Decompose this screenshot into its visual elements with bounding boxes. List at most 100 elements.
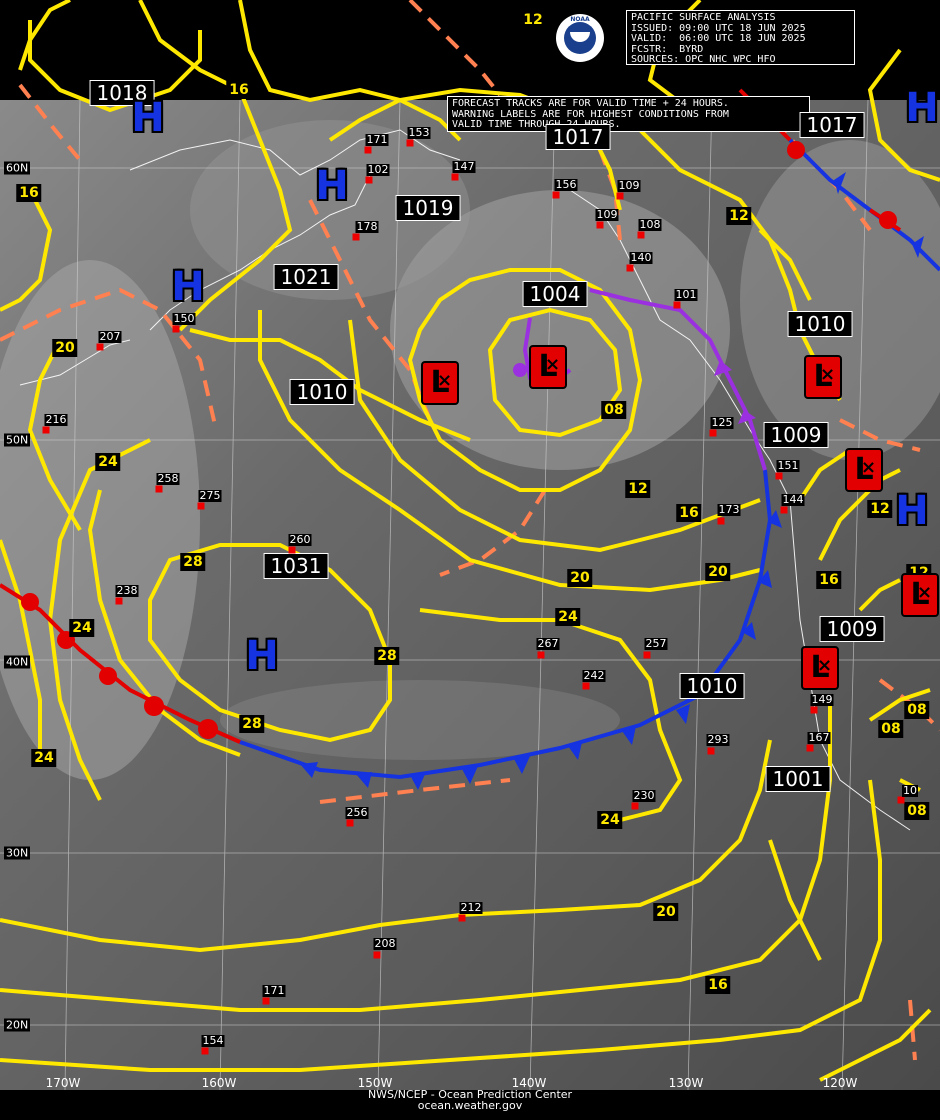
wave-height-label: 16 <box>676 504 702 522</box>
wave-height-label: 24 <box>555 608 581 626</box>
obs-dot <box>96 343 104 351</box>
analysis-header: PACIFIC SURFACE ANALYSIS ISSUED: 09:00 U… <box>626 10 855 65</box>
obs-value: 144 <box>781 493 805 506</box>
obs-dot <box>775 472 783 480</box>
obs-dot <box>537 651 545 659</box>
obs-dot <box>352 233 360 241</box>
wave-height-label: 24 <box>95 453 121 471</box>
obs-dot <box>172 325 180 333</box>
wave-height-label: 28 <box>180 553 206 571</box>
latitude-label: 20N <box>4 1018 31 1032</box>
obs-dot <box>288 546 296 554</box>
header-line: FCSTR: BYRD <box>631 43 704 55</box>
wave-height-label: 28 <box>374 647 400 665</box>
high-pressure-symbol: H <box>171 264 205 310</box>
isobar-label: 1017 <box>545 124 611 150</box>
obs-dot <box>364 146 372 154</box>
obs-value: 257 <box>644 637 668 650</box>
obs-value: 153 <box>407 126 431 139</box>
wave-height-label: 20 <box>653 903 679 921</box>
low-pressure-symbol: L × <box>801 646 839 690</box>
note-line: WARNING LABELS ARE FOR HIGHEST CONDITION… <box>452 108 729 120</box>
obs-dot <box>673 301 681 309</box>
obs-value: 212 <box>459 901 483 914</box>
longitude-label: 130W <box>668 1076 704 1090</box>
obs-value: 256 <box>345 806 369 819</box>
obs-value: 216 <box>44 413 68 426</box>
wave-height-label: 20 <box>705 563 731 581</box>
wave-height-label: 24 <box>31 749 57 767</box>
obs-value: 140 <box>629 251 653 264</box>
obs-dot <box>197 502 205 510</box>
obs-value: 102 <box>366 163 390 176</box>
obs-value: 173 <box>717 503 741 516</box>
header-line: ISSUED: 09:00 UTC 18 JUN 2025 <box>631 22 806 34</box>
obs-value: 207 <box>98 330 122 343</box>
header-line: VALID: 06:00 UTC 18 JUN 2025 <box>631 33 806 44</box>
isobar-label: 1010 <box>679 673 745 699</box>
wave-height-label: 08 <box>601 401 627 419</box>
obs-dot <box>897 796 905 804</box>
obs-dot <box>552 191 560 199</box>
obs-value: 156 <box>554 178 578 191</box>
noaa-logo-text: NOAA <box>570 16 590 23</box>
low-pressure-symbol: L × <box>901 573 939 617</box>
wave-height-label: 08 <box>904 701 930 719</box>
wave-height-label: 16 <box>705 976 731 994</box>
forecast-track-note: FORECAST TRACKS ARE FOR VALID TIME + 24 … <box>447 96 810 132</box>
obs-value: 267 <box>536 637 560 650</box>
wave-height-label: 24 <box>69 619 95 637</box>
high-pressure-symbol: H <box>315 163 349 209</box>
obs-value: 293 <box>706 733 730 746</box>
obs-dot <box>631 802 639 810</box>
header-line: PACIFIC SURFACE ANALYSIS <box>631 12 776 23</box>
wave-height-label: 12 <box>867 500 893 518</box>
obs-value: 208 <box>373 937 397 950</box>
obs-value: 275 <box>198 489 222 502</box>
isobar-label: 1017 <box>799 112 865 138</box>
obs-dot <box>458 914 466 922</box>
obs-value: 238 <box>115 584 139 597</box>
low-pressure-symbol: L × <box>845 448 883 492</box>
isobar-label: 1004 <box>522 281 588 307</box>
obs-dot <box>346 819 354 827</box>
obs-value: 149 <box>810 693 834 706</box>
obs-value: 147 <box>452 160 476 173</box>
low-pressure-symbol: L × <box>804 355 842 399</box>
cross-icon: × <box>437 370 453 391</box>
obs-dot <box>717 517 725 525</box>
obs-dot <box>42 426 50 434</box>
wave-height-label: 08 <box>904 802 930 820</box>
obs-dot <box>643 651 651 659</box>
cross-icon: × <box>820 364 836 385</box>
wave-height-label: 16 <box>16 184 42 202</box>
obs-dot <box>365 176 373 184</box>
isobar-label: 1010 <box>787 311 853 337</box>
isobar-label: 1031 <box>263 553 329 579</box>
obs-dot <box>596 221 604 229</box>
isobar-label: 1019 <box>395 195 461 221</box>
wave-height-label: 12 <box>726 207 752 225</box>
obs-value: 171 <box>262 984 286 997</box>
wave-height-label: 16 <box>816 571 842 589</box>
obs-dot <box>582 682 590 690</box>
obs-dot <box>806 744 814 752</box>
obs-dot <box>201 1047 209 1055</box>
high-pressure-symbol: H <box>131 95 165 141</box>
surface-analysis-map: PACIFIC SURFACE ANALYSIS ISSUED: 09:00 U… <box>0 0 940 1120</box>
isobar-label: 1001 <box>765 766 831 792</box>
obs-value: 230 <box>632 789 656 802</box>
obs-dot <box>451 173 459 181</box>
obs-value: 242 <box>582 669 606 682</box>
obs-value: 109 <box>595 208 619 221</box>
obs-value: 260 <box>288 533 312 546</box>
credit-line: ocean.weather.gov <box>417 1099 523 1112</box>
obs-value: 109 <box>617 179 641 192</box>
obs-value: 108 <box>638 218 662 231</box>
obs-dot <box>810 706 818 714</box>
obs-value: 178 <box>355 220 379 233</box>
obs-dot <box>155 485 163 493</box>
credit-text: NWS/NCEP - Ocean Prediction Center ocean… <box>368 1089 572 1111</box>
obs-value: 10 <box>902 784 918 797</box>
latitude-label: 50N <box>4 433 31 447</box>
